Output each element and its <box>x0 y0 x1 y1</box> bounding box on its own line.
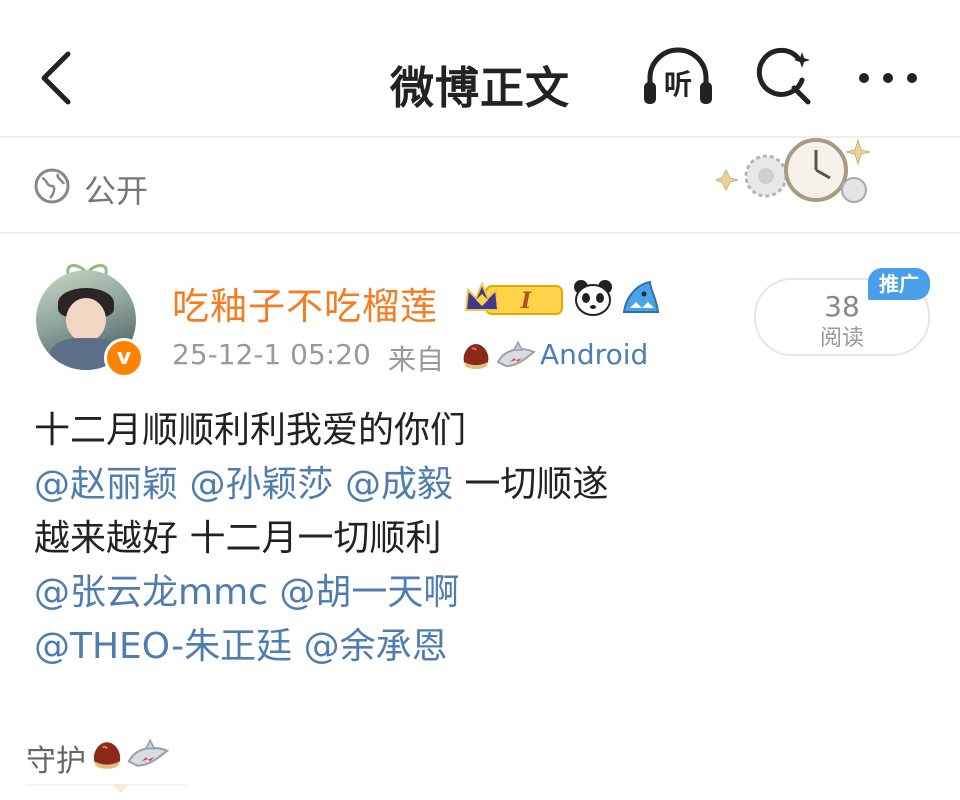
mention-link[interactable]: @成毅 <box>345 464 453 505</box>
crown-icon[interactable]: I <box>462 280 566 318</box>
globe-icon <box>34 168 70 204</box>
post-time: 25-12-1 05:20 <box>172 338 371 371</box>
top-bar: 微博正文 听 <box>0 0 960 136</box>
chestnut-icon <box>93 742 121 769</box>
post-line: 十二月顺顺利利我爱的你们 <box>34 404 934 458</box>
listen-label: 听 <box>664 68 692 101</box>
page-title: 微博正文 <box>390 63 570 114</box>
post-line: 越来越好 十二月一切顺利 <box>34 512 934 566</box>
panda-icon <box>574 280 612 316</box>
post-line: @赵丽颖 @孙颖莎 @成毅 一切顺遂 <box>34 458 934 512</box>
promo-badge[interactable]: 推广 <box>868 268 930 300</box>
clock-decoration-icon <box>716 138 871 203</box>
vip-level: I <box>520 288 532 314</box>
mention-link[interactable]: @THEO-朱正廷 <box>34 626 292 667</box>
mention-link[interactable]: @胡一天啊 <box>279 572 459 613</box>
mention-link[interactable]: @孙颖莎 <box>189 464 333 505</box>
post-line: @THEO-朱正廷 @余承恩 <box>34 620 934 674</box>
read-label: 阅读 <box>819 326 864 351</box>
shark-icon <box>622 280 660 313</box>
visibility-label: 公开 <box>84 172 149 210</box>
verified-badge: v <box>104 338 144 378</box>
mention-link[interactable]: @张云龙mmc <box>34 572 268 613</box>
post-text: 越来越好 十二月一切顺利 <box>34 518 442 559</box>
shark-icon <box>496 340 536 368</box>
shark-icon <box>127 738 170 767</box>
post-body: 十二月顺顺利利我爱的你们 @赵丽颖 @孙颖莎 @成毅 一切顺遂 越来越好 十二月… <box>34 404 934 674</box>
caret-up-icon <box>112 784 130 793</box>
post-text: 十二月顺顺利利我爱的你们 <box>34 410 467 451</box>
guard-divider <box>26 784 186 786</box>
post-text: 一切顺遂 <box>464 464 609 505</box>
post-source[interactable]: Android <box>540 338 648 371</box>
search-icon[interactable] <box>752 44 816 108</box>
mention-link[interactable]: @余承恩 <box>304 626 448 667</box>
mention-link[interactable]: @赵丽颖 <box>34 464 178 505</box>
more-icon[interactable] <box>856 60 920 96</box>
guard-label[interactable]: 守护 <box>26 736 86 780</box>
chestnut-icon <box>463 344 489 369</box>
author-name[interactable]: 吃釉子不吃榴莲 <box>172 276 438 330</box>
post-line: @张云龙mmc @胡一天啊 <box>34 566 934 620</box>
post-source-label: 来自 <box>388 343 445 376</box>
headphones-icon[interactable]: 听 <box>640 44 716 108</box>
section-divider <box>0 232 960 234</box>
